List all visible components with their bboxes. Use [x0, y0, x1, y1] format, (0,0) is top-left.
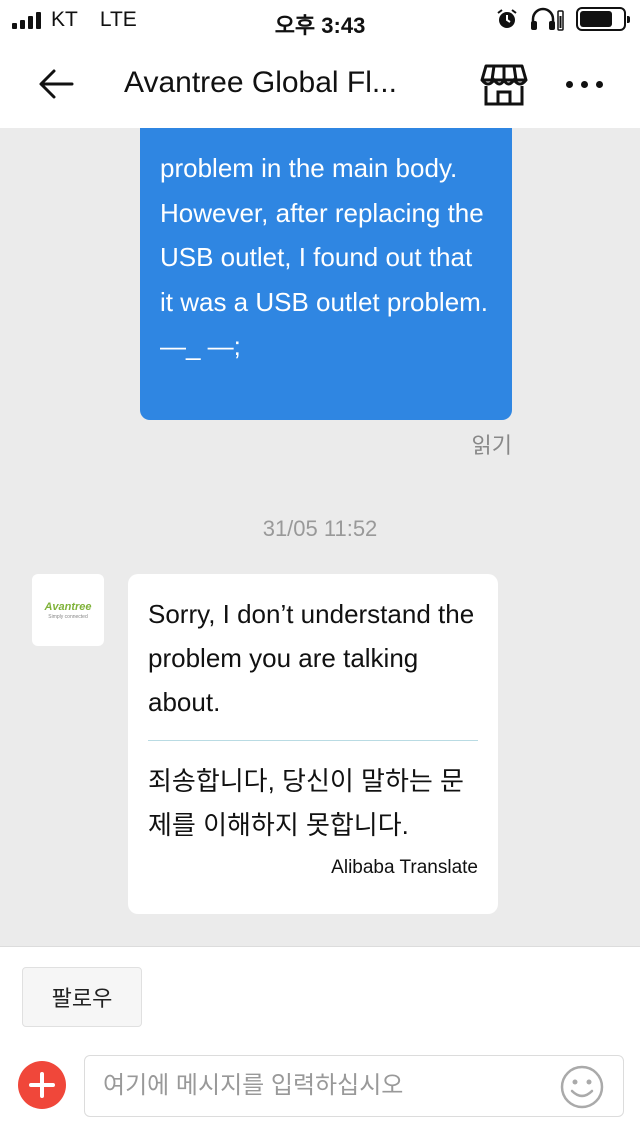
incoming-message-bubble[interactable]: Sorry, I don’t understand the problem yo… [128, 574, 498, 914]
message-timestamp: 31/05 11:52 [262, 516, 378, 541]
read-status: 읽기 [471, 433, 512, 458]
emoji-icon[interactable] [559, 1064, 605, 1110]
nav-bar: Avantree Global Fl... [0, 40, 640, 128]
add-attachment-button[interactable] [18, 1061, 66, 1109]
headphones-icon [531, 7, 564, 31]
status-right [496, 7, 630, 31]
more-icon[interactable] [562, 68, 606, 100]
translation-divider [148, 740, 478, 741]
composer-area: 팔로우 [0, 946, 640, 1136]
avatar[interactable]: Avantree Simply connected [32, 574, 104, 646]
chat-title: Avantree Global Fl... [124, 66, 397, 99]
outgoing-message-bubble[interactable]: problem in the main body. However, after… [140, 128, 512, 420]
status-bar: KT LTE 오후 3:43 [0, 0, 640, 40]
translator-label: Alibaba Translate [331, 857, 478, 878]
plus-icon [29, 1072, 55, 1098]
battery-icon [576, 7, 630, 31]
message-input-box[interactable] [84, 1055, 624, 1117]
store-icon[interactable] [480, 62, 528, 108]
avatar-tagline: Simply connected [48, 613, 88, 620]
translated-message-text: 죄송합니다, 당신이 말하는 문제를 이해하지 못합니다. [148, 766, 464, 840]
back-arrow-icon[interactable] [34, 62, 78, 106]
avatar-brand: Avantree [44, 600, 92, 613]
alarm-icon [497, 9, 517, 28]
original-message-text: Sorry, I don’t understand the problem yo… [148, 599, 475, 717]
chat-area[interactable]: problem in the main body. However, after… [0, 128, 640, 946]
message-input[interactable] [103, 1056, 543, 1116]
follow-button[interactable]: 팔로우 [22, 967, 142, 1027]
